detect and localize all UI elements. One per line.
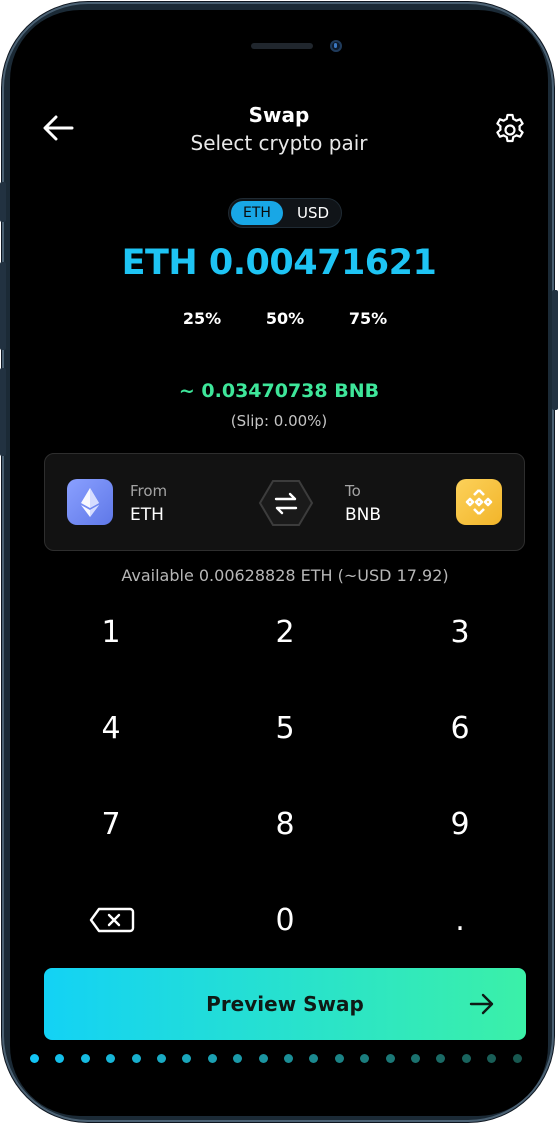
page-indicator-dot xyxy=(55,1054,65,1063)
crypto-pair-card: From ETH To BNB xyxy=(44,453,525,551)
preview-swap-label: Preview Swap xyxy=(206,992,364,1016)
keypad-key-3[interactable]: 3 xyxy=(400,598,520,668)
toggle-option-eth[interactable]: ETH xyxy=(231,201,283,225)
toggle-option-usd[interactable]: USD xyxy=(287,201,339,225)
page-indicator-dot xyxy=(512,1054,522,1063)
arrow-right-icon xyxy=(469,993,494,1015)
page-indicator-dot xyxy=(461,1054,471,1063)
keypad-key-9[interactable]: 9 xyxy=(400,790,520,860)
page-indicator-dot xyxy=(385,1054,395,1063)
page-indicator-dot xyxy=(131,1054,141,1063)
keypad-delete-button[interactable] xyxy=(51,885,171,955)
ethereum-icon[interactable] xyxy=(67,479,113,525)
from-currency[interactable]: ETH xyxy=(130,505,164,525)
page-indicator-dot xyxy=(258,1054,268,1063)
keypad-key-7[interactable]: 7 xyxy=(51,790,171,860)
gear-icon xyxy=(496,113,524,143)
page-indicator-dot xyxy=(106,1054,116,1063)
keypad-key-decimal[interactable]: . xyxy=(400,886,520,956)
page-indicator-dot xyxy=(157,1054,166,1063)
percent-25-button[interactable]: 25% xyxy=(167,309,237,328)
swap-direction-button[interactable] xyxy=(258,478,314,528)
keypad-key-5[interactable]: 5 xyxy=(225,694,345,764)
page-subtitle: Select crypto pair xyxy=(190,131,368,155)
page-indicator-dot xyxy=(30,1054,39,1063)
page-indicator-dot xyxy=(436,1054,446,1063)
percent-75-button[interactable]: 75% xyxy=(333,309,403,328)
keypad-key-4[interactable]: 4 xyxy=(51,694,171,764)
page-indicator-dot xyxy=(411,1054,420,1063)
page-indicator-dot xyxy=(182,1054,192,1063)
settings-button[interactable] xyxy=(492,112,528,148)
phone-side-button xyxy=(0,182,6,222)
available-balance: Available 0.00628828 ETH (~USD 17.92) xyxy=(121,566,449,585)
binance-icon[interactable] xyxy=(456,479,502,525)
to-label: To xyxy=(345,482,361,500)
keypad-key-8[interactable]: 8 xyxy=(225,790,345,860)
page-indicator-dot xyxy=(487,1054,497,1063)
phone-speaker xyxy=(251,43,313,49)
page-indicator-dot xyxy=(207,1054,217,1063)
swap-direction-icon xyxy=(258,480,314,526)
keypad-key-6[interactable]: 6 xyxy=(400,694,520,764)
swap-amount: ETH 0.00471621 xyxy=(121,243,437,283)
backspace-icon xyxy=(89,907,135,933)
from-label: From xyxy=(130,482,168,500)
keypad-key-2[interactable]: 2 xyxy=(225,598,345,668)
percent-50-button[interactable]: 50% xyxy=(250,309,320,328)
page-indicator-dot xyxy=(360,1054,370,1063)
page-title: Swap xyxy=(248,103,310,127)
preview-swap-button[interactable]: Preview Swap xyxy=(44,968,526,1040)
currency-toggle: ETH USD xyxy=(228,198,342,228)
page-indicator-dot xyxy=(334,1054,344,1063)
keypad-key-1[interactable]: 1 xyxy=(51,598,171,668)
phone-camera xyxy=(330,40,342,52)
page-indicator-dot xyxy=(233,1054,243,1063)
page-indicator-dot xyxy=(80,1054,90,1063)
page-indicator-dot xyxy=(284,1054,293,1063)
page-indicator-dot xyxy=(309,1054,319,1063)
page-indicator xyxy=(24,1050,544,1070)
keypad-key-0[interactable]: 0 xyxy=(225,886,345,956)
estimated-output: ~ 0.03470738 BNB xyxy=(178,380,380,402)
slippage-text: (Slip: 0.00%) xyxy=(230,412,328,430)
to-currency[interactable]: BNB xyxy=(345,505,381,525)
